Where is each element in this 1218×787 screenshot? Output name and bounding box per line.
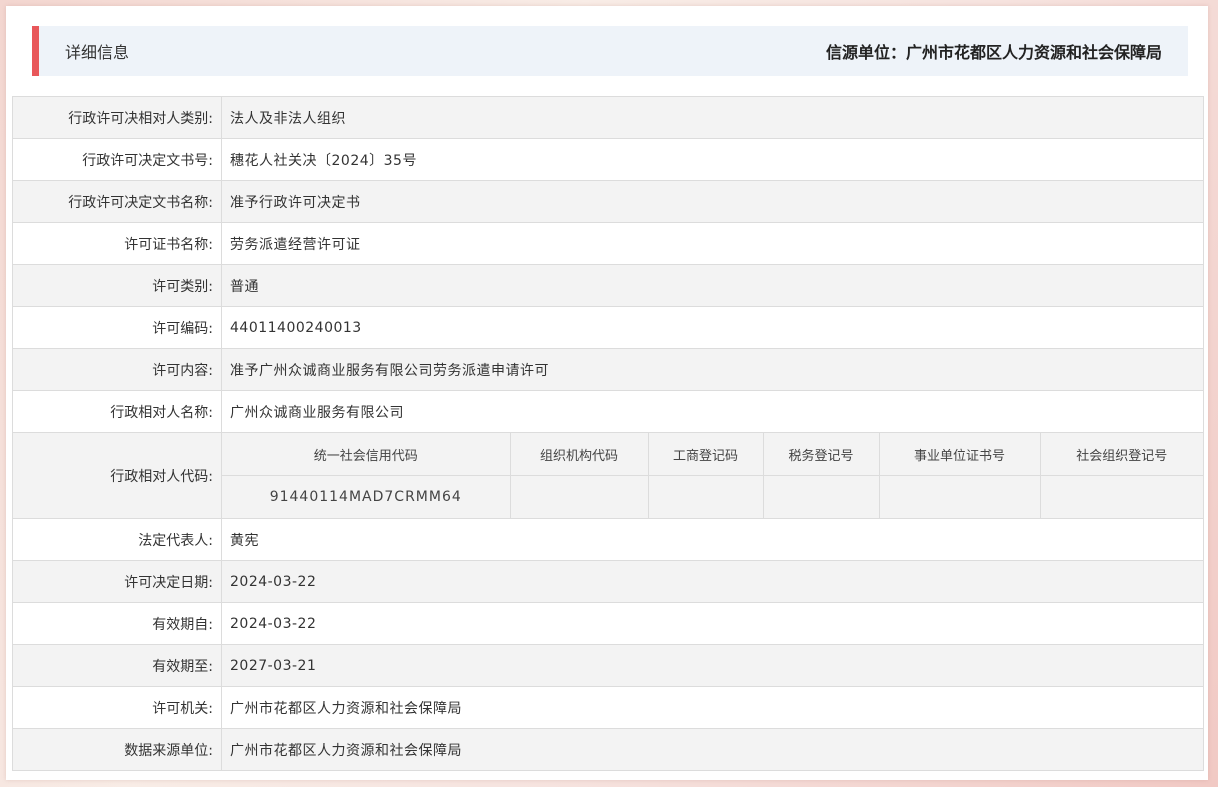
row-value: 44011400240013 [221,306,1204,349]
row-value: 2024-03-22 [221,560,1204,603]
row-label: 许可内容: [12,348,222,391]
table-row: 行政许可决定文书名称: 准予行政许可决定书 [12,180,1204,223]
table-row: 许可证书名称: 劳务派遣经营许可证 [12,222,1204,265]
row-label: 行政许可决相对人类别: [12,96,222,139]
table-row: 有效期自: 2024-03-22 [12,602,1204,645]
code-value: 91440114MAD7CRMM64 [222,475,511,518]
row-label: 许可机关: [12,686,222,729]
table-row: 许可类别: 普通 [12,264,1204,307]
table-row: 有效期至: 2027-03-21 [12,644,1204,687]
row-label: 行政许可决定文书号: [12,138,222,181]
row-value: 2024-03-22 [221,602,1204,645]
row-label: 数据来源单位: [12,728,222,771]
table-row: 许可决定日期: 2024-03-22 [12,560,1204,603]
table-row: 数据来源单位: 广州市花都区人力资源和社会保障局 [12,728,1204,771]
row-label: 许可证书名称: [12,222,222,265]
table-row: 许可编码: 44011400240013 [12,306,1204,349]
table-row: 行政许可决相对人类别: 法人及非法人组织 [12,96,1204,139]
code-value [762,475,880,518]
row-label: 有效期至: [12,644,222,687]
row-label: 行政相对人名称: [12,390,222,433]
row-value: 黄宪 [221,518,1204,561]
code-header-row: 统一社会信用代码 组织机构代码 工商登记码 税务登记号 事业单位证书号 社会组织… [222,433,1203,476]
table-row: 行政许可决定文书号: 穗花人社关决〔2024〕35号 [12,138,1204,181]
row-value: 2027-03-21 [221,644,1204,687]
row-value: 普通 [221,264,1204,307]
code-header: 社会组织登记号 [1039,433,1203,476]
row-value: 法人及非法人组织 [221,96,1204,139]
code-header: 组织机构代码 [509,433,649,476]
code-row: 行政相对人代码: 统一社会信用代码 组织机构代码 工商登记码 税务登记号 事业单… [12,432,1204,519]
table-row: 法定代表人: 黄宪 [12,518,1204,561]
row-label: 许可类别: [12,264,222,307]
row-label: 行政许可决定文书名称: [12,180,222,223]
row-value: 穗花人社关决〔2024〕35号 [221,138,1204,181]
detail-panel: 详细信息 信源单位：广州市花都区人力资源和社会保障局 行政许可决相对人类别: 法… [6,6,1208,780]
code-header: 税务登记号 [762,433,880,476]
row-label: 许可决定日期: [12,560,222,603]
row-value: 广州市花都区人力资源和社会保障局 [221,728,1204,771]
header-source: 信源单位：广州市花都区人力资源和社会保障局 [825,43,1162,62]
row-label: 有效期自: [12,602,222,645]
detail-header: 详细信息 信源单位：广州市花都区人力资源和社会保障局 [32,26,1188,76]
row-label: 行政相对人代码: [12,432,222,519]
table-row: 许可机关: 广州市花都区人力资源和社会保障局 [12,686,1204,729]
code-table: 统一社会信用代码 组织机构代码 工商登记码 税务登记号 事业单位证书号 社会组织… [222,433,1203,518]
code-value [1039,475,1203,518]
code-value [509,475,649,518]
row-label: 许可编码: [12,306,222,349]
code-header: 统一社会信用代码 [222,433,511,476]
table-row: 行政相对人名称: 广州众诚商业服务有限公司 [12,390,1204,433]
row-value: 广州众诚商业服务有限公司 [221,390,1204,433]
code-header: 工商登记码 [647,433,764,476]
table-row: 许可内容: 准予广州众诚商业服务有限公司劳务派遣申请许可 [12,348,1204,391]
row-label: 法定代表人: [12,518,222,561]
row-value: 广州市花都区人力资源和社会保障局 [221,686,1204,729]
code-cell: 统一社会信用代码 组织机构代码 工商登记码 税务登记号 事业单位证书号 社会组织… [221,432,1204,519]
code-header: 事业单位证书号 [878,433,1041,476]
row-value: 准予广州众诚商业服务有限公司劳务派遣申请许可 [221,348,1204,391]
row-value: 准予行政许可决定书 [221,180,1204,223]
row-value: 劳务派遣经营许可证 [221,222,1204,265]
code-value [878,475,1041,518]
detail-table: 行政许可决相对人类别: 法人及非法人组织 行政许可决定文书号: 穗花人社关决〔2… [12,96,1204,771]
code-value [647,475,764,518]
header-accent-bar [32,26,39,76]
header-title: 详细信息 [65,43,130,62]
code-value-row: 91440114MAD7CRMM64 [222,475,1203,518]
